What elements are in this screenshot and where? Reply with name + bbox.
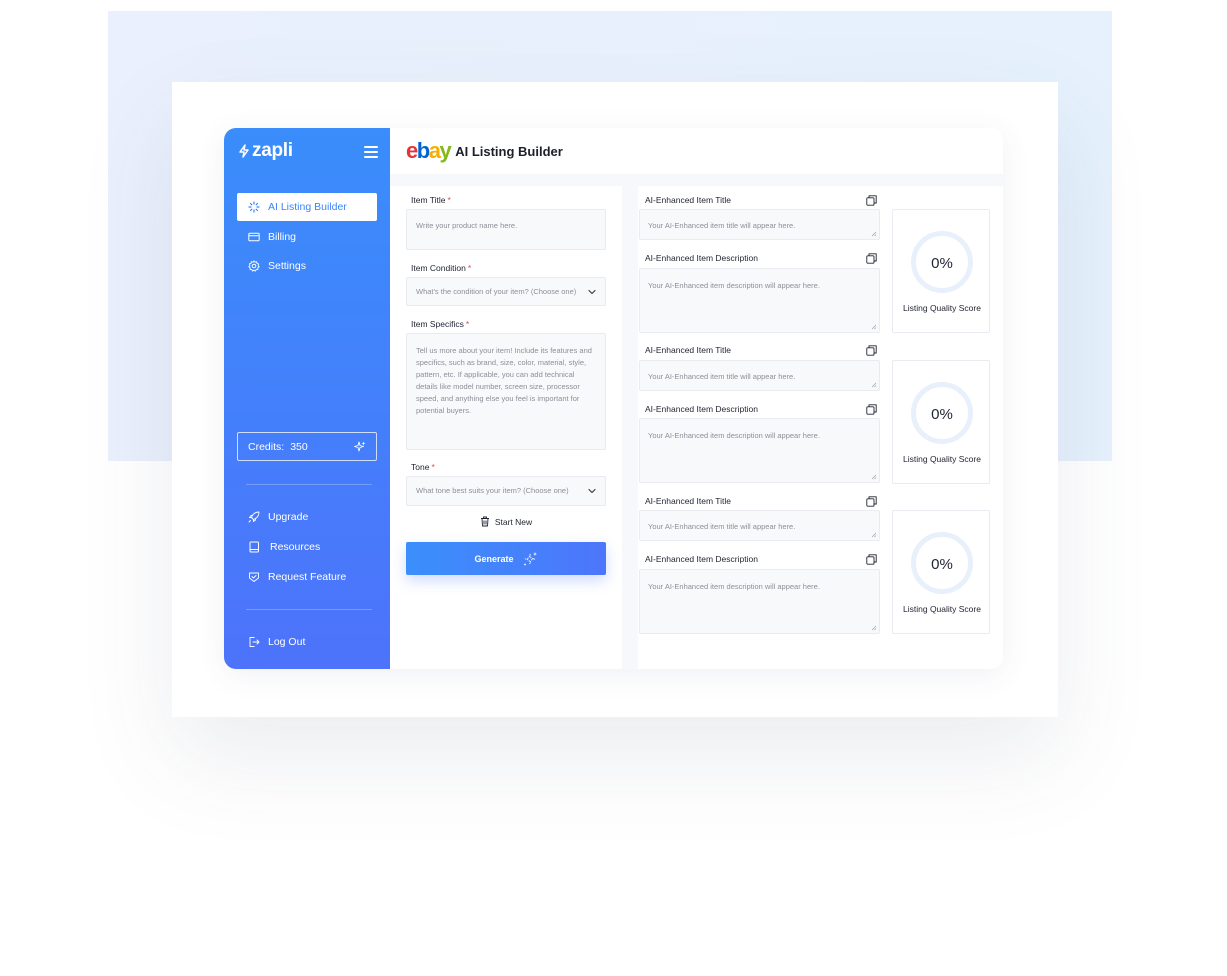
listing-quality-score-card: 0% Listing Quality Score (892, 510, 990, 634)
sidebar-item-label: Upgrade (268, 511, 309, 523)
copy-icon[interactable] (866, 195, 877, 206)
result-title-label: AI-Enhanced Item Title (645, 496, 731, 506)
logout-icon (249, 637, 260, 647)
credits-box[interactable]: Credits: 350 (237, 432, 377, 461)
generate-label: Generate (474, 553, 514, 564)
score-percentage: 0% (931, 556, 953, 573)
copy-icon[interactable] (866, 345, 877, 356)
resize-grip-icon[interactable] (871, 625, 877, 631)
result-title-field[interactable]: Your AI-Enhanced item title will appear … (639, 510, 880, 541)
sidebar-item-settings[interactable]: Settings (237, 252, 377, 280)
start-new-label: Start New (494, 516, 533, 527)
resize-grip-icon[interactable] (871, 532, 877, 538)
logo-text: zapli (252, 140, 293, 161)
sparkle-icon (354, 441, 366, 452)
score-label: Listing Quality Score (903, 454, 981, 464)
item-condition-select[interactable]: What's the condition of your item? (Choo… (406, 277, 606, 306)
item-condition-label: Item Condition * (411, 263, 472, 273)
sidebar-item-resources[interactable]: Resources (237, 533, 377, 561)
app-logo[interactable]: zapli (237, 140, 293, 162)
copy-icon[interactable] (866, 554, 877, 565)
item-title-label: Item Title * (411, 195, 451, 205)
score-label: Listing Quality Score (903, 303, 981, 313)
resize-grip-icon[interactable] (871, 474, 877, 480)
item-specifics-textarea[interactable]: Tell us more about your item! Include it… (406, 333, 606, 450)
item-specifics-label: Item Specifics * (411, 319, 470, 329)
app-window: zapli AI Listing Builder Billing Setting… (224, 128, 1003, 669)
result-title-label: AI-Enhanced Item Title (645, 345, 731, 355)
copy-icon[interactable] (866, 253, 877, 264)
result-description-field[interactable]: Your AI-Enhanced item description will a… (639, 569, 880, 634)
generate-button[interactable]: Generate (406, 542, 606, 575)
sparkle-icon (523, 551, 537, 565)
sidebar-divider (246, 484, 372, 485)
result-title-field[interactable]: Your AI-Enhanced item title will appear … (639, 209, 880, 240)
score-percentage: 0% (931, 406, 953, 423)
result-title-field[interactable]: Your AI-Enhanced item title will appear … (639, 360, 880, 391)
resize-grip-icon[interactable] (871, 324, 877, 330)
result-description-label: AI-Enhanced Item Description (645, 404, 758, 414)
book-icon (249, 541, 259, 553)
results-panel: AI-Enhanced Item Title Your AI-Enhanced … (638, 186, 1003, 669)
spinner-icon (248, 201, 260, 213)
badge-check-icon (249, 572, 259, 582)
sidebar-item-request-feature[interactable]: Request Feature (237, 563, 377, 591)
score-label: Listing Quality Score (903, 604, 981, 614)
result-description-field[interactable]: Your AI-Enhanced item description will a… (639, 268, 880, 333)
listing-quality-score-card: 0% Listing Quality Score (892, 360, 990, 484)
sidebar-item-ai-listing-builder[interactable]: AI Listing Builder (237, 193, 377, 221)
listing-form: Item Title * Write your product name here… (390, 186, 622, 669)
resize-grip-icon[interactable] (871, 231, 877, 237)
result-description-label: AI-Enhanced Item Description (645, 554, 758, 564)
item-title-input[interactable]: Write your product name here. (406, 209, 606, 250)
sidebar-item-label: Resources (270, 541, 321, 553)
bolt-icon (239, 144, 249, 158)
start-new-button[interactable]: Start New (390, 516, 622, 527)
resize-grip-icon[interactable] (871, 382, 877, 388)
copy-icon[interactable] (866, 404, 877, 415)
credits-value: 350 (290, 440, 308, 453)
sidebar-item-billing[interactable]: Billing (237, 223, 377, 251)
result-description-label: AI-Enhanced Item Description (645, 253, 758, 263)
sidebar-item-label: Billing (268, 231, 297, 243)
sidebar-item-upgrade[interactable]: Upgrade (237, 503, 377, 531)
rocket-icon (248, 511, 260, 523)
logout-label: Log Out (268, 636, 306, 648)
sidebar-divider (246, 609, 372, 610)
page-title: AI Listing Builder (455, 143, 563, 159)
listing-quality-score-card: 0% Listing Quality Score (892, 209, 990, 333)
chevron-down-icon (587, 486, 597, 496)
copy-icon[interactable] (866, 496, 877, 507)
tone-select[interactable]: What tone best suits your item? (Choose … (406, 476, 606, 506)
sidebar-item-label: Settings (268, 260, 306, 272)
ebay-logo: ebay (406, 138, 452, 163)
tone-label: Tone * (411, 462, 435, 472)
sidebar: zapli AI Listing Builder Billing Setting… (224, 128, 390, 669)
credits-label: Credits: (248, 440, 285, 453)
sidebar-item-label: AI Listing Builder (268, 201, 347, 213)
hamburger-menu-icon[interactable] (364, 146, 378, 158)
result-title-label: AI-Enhanced Item Title (645, 195, 731, 205)
score-percentage: 0% (931, 255, 953, 272)
page-header: ebay AI Listing Builder (390, 128, 1003, 174)
card-icon (248, 232, 260, 242)
sidebar-item-label: Request Feature (268, 571, 347, 583)
logout-button[interactable]: Log Out (237, 628, 377, 656)
gear-icon (248, 260, 260, 272)
chevron-down-icon (587, 287, 597, 297)
trash-icon (480, 516, 489, 527)
result-description-field[interactable]: Your AI-Enhanced item description will a… (639, 418, 880, 483)
